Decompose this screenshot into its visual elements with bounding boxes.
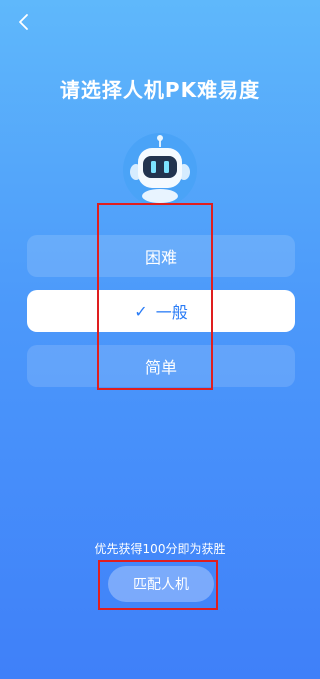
chevron-left-icon bbox=[19, 14, 28, 30]
page-title: 请选择人机PK难易度 bbox=[59, 78, 261, 102]
highlight-box-match bbox=[98, 560, 218, 610]
win-condition-text: 优先获得100分即为获胜 bbox=[94, 542, 226, 556]
robot-avatar-icon bbox=[120, 130, 200, 210]
back-button[interactable] bbox=[12, 10, 36, 34]
highlight-box-options bbox=[97, 203, 213, 390]
